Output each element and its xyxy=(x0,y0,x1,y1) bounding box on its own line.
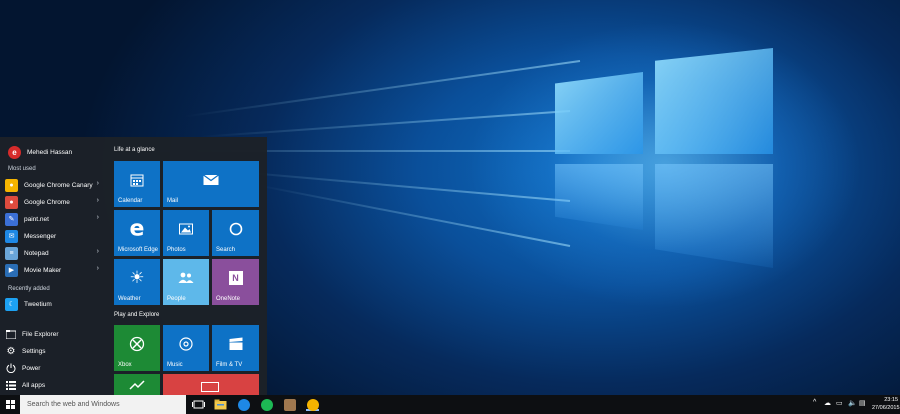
app-google-chrome[interactable]: ● Google Chrome › xyxy=(5,194,105,210)
microsoft-edge-tile[interactable]: e Microsoft Edge xyxy=(114,210,160,256)
life-at-a-glance-heading: Life at a glance xyxy=(114,147,155,153)
chevron-right-icon[interactable]: › xyxy=(97,265,99,272)
chrome-canary-icon xyxy=(306,398,319,411)
file-explorer-link[interactable]: File Explorer xyxy=(6,327,58,341)
most-used-heading: Most used xyxy=(8,166,36,172)
taskbar-paint-net[interactable] xyxy=(283,398,296,411)
app-notepad[interactable]: ≡ Notepad › xyxy=(5,245,105,261)
app-paint-net[interactable]: ✎ paint.net › xyxy=(5,211,105,227)
recently-added-heading: Recently added xyxy=(8,286,50,292)
money-tile[interactable] xyxy=(114,374,160,395)
chrome-canary-icon: ● xyxy=(5,178,18,192)
app-movie-maker[interactable]: ▶ Movie Maker › xyxy=(5,262,105,278)
app-messenger[interactable]: ✉ Messenger xyxy=(5,228,105,244)
news-tile[interactable] xyxy=(163,374,259,395)
volume-icon[interactable]: 🔈 xyxy=(848,399,857,407)
all-apps-icon xyxy=(6,380,16,390)
app-google-chrome-canary[interactable]: ● Google Chrome Canary › xyxy=(5,177,105,193)
avatar: e xyxy=(8,145,21,159)
movie-maker-icon: ▶ xyxy=(5,263,18,277)
photos-tile[interactable]: Photos xyxy=(163,210,209,256)
chevron-right-icon[interactable]: › xyxy=(97,197,99,204)
task-view-icon xyxy=(192,400,205,409)
chrome-icon: ● xyxy=(5,195,18,209)
edge-icon: e xyxy=(129,216,145,242)
windows-icon xyxy=(5,400,15,409)
music-tile[interactable]: Music xyxy=(163,325,209,371)
film-tv-tile[interactable]: Film & TV xyxy=(212,325,259,371)
clock[interactable]: 23:15 27/06/2015 xyxy=(872,396,900,412)
taskbar: Search the web and Windows ^ ☁ ▭ 🔈 ▤ 23:… xyxy=(0,395,900,414)
weather-tile[interactable]: ☀ Weather xyxy=(114,259,160,305)
play-and-explore-heading: Play and Explore xyxy=(114,312,160,318)
paintnet-icon: ✎ xyxy=(5,212,18,226)
spotify-icon xyxy=(260,398,273,411)
search-placeholder: Search the web and Windows xyxy=(27,401,120,408)
settings-link[interactable]: ⚙ Settings xyxy=(6,344,46,358)
messenger-icon xyxy=(237,398,250,411)
sun-icon: ☀ xyxy=(129,268,145,288)
news-icon xyxy=(201,382,219,392)
chevron-right-icon[interactable]: › xyxy=(97,180,99,187)
people-tile[interactable]: People xyxy=(163,259,209,305)
search-tile[interactable]: Search xyxy=(212,210,259,256)
clock-date: 27/06/2015 xyxy=(872,405,900,411)
power-link[interactable]: Power xyxy=(6,361,40,375)
clapperboard-icon xyxy=(229,337,242,351)
search-box[interactable]: Search the web and Windows xyxy=(20,395,186,414)
tweetium-icon: ☾ xyxy=(5,297,18,311)
chevron-right-icon[interactable]: › xyxy=(97,248,99,255)
paintnet-icon xyxy=(283,398,296,411)
chevron-right-icon[interactable]: › xyxy=(97,214,99,221)
people-icon xyxy=(178,272,194,284)
notepad-icon: ≡ xyxy=(5,246,18,260)
calendar-icon xyxy=(130,174,144,187)
start-button[interactable] xyxy=(0,395,20,414)
task-view-button[interactable] xyxy=(192,398,205,411)
folder-icon xyxy=(214,399,227,410)
cortana-icon xyxy=(229,223,242,236)
taskbar-chrome-canary[interactable] xyxy=(306,398,319,411)
clock-time: 23:15 xyxy=(884,397,898,403)
music-icon xyxy=(179,337,193,351)
start-menu: e Mehedi Hassan Most used ● Google Chrom… xyxy=(0,137,267,395)
app-tweetium[interactable]: ☾ Tweetium xyxy=(5,296,105,312)
power-icon xyxy=(6,363,16,373)
photos-icon xyxy=(179,223,193,235)
calendar-tile[interactable]: Calendar xyxy=(114,161,160,207)
all-apps-link[interactable]: All apps xyxy=(6,378,45,392)
show-hidden-icons[interactable]: ^ xyxy=(813,399,816,406)
chart-up-icon xyxy=(129,380,145,390)
taskbar-messenger[interactable] xyxy=(237,398,250,411)
xbox-tile[interactable]: Xbox xyxy=(114,325,160,371)
messenger-icon: ✉ xyxy=(5,229,18,243)
xbox-icon xyxy=(129,337,145,352)
taskbar-spotify[interactable] xyxy=(260,398,273,411)
onedrive-icon[interactable]: ☁ xyxy=(824,399,831,407)
file-explorer-icon xyxy=(6,329,16,339)
taskbar-file-explorer[interactable] xyxy=(214,398,227,411)
action-center-icon[interactable]: ▤ xyxy=(859,399,866,407)
user-name: Mehedi Hassan xyxy=(27,148,73,156)
mail-icon xyxy=(203,174,219,186)
mail-tile[interactable]: Mail xyxy=(163,161,259,207)
onenote-tile[interactable]: N OneNote xyxy=(212,259,259,305)
user-account[interactable]: e Mehedi Hassan xyxy=(8,145,72,159)
network-icon[interactable]: ▭ xyxy=(836,399,843,407)
onenote-icon: N xyxy=(228,271,243,286)
settings-icon: ⚙ xyxy=(6,345,16,357)
